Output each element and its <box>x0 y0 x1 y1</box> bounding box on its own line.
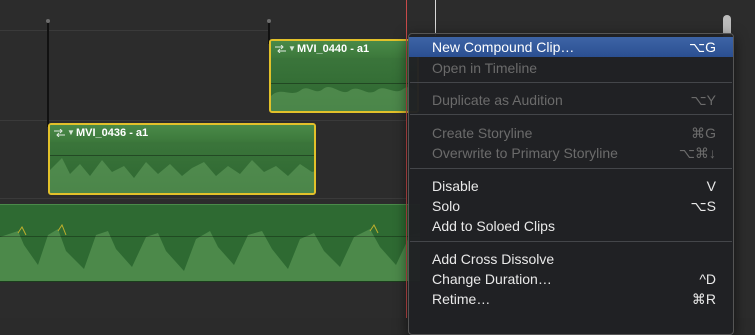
menu-item-duplicate-as-audition: Duplicate as Audition ⌥Y <box>432 92 716 108</box>
menu-item-create-storyline: Create Storyline ⌘G <box>432 125 716 141</box>
menu-separator <box>410 82 732 83</box>
menu-item-solo[interactable]: Solo ⌥S <box>409 196 733 216</box>
audio-waveform <box>50 158 314 193</box>
timeline-clip-mvi-0436[interactable]: ▼ MVI_0436 - a1 <box>48 123 316 195</box>
context-menu: New Compound Clip… ⌥G Open in Timeline D… <box>408 33 734 335</box>
menu-item-change-duration[interactable]: Change Duration… ^D <box>409 269 733 289</box>
timeline-clip-mvi-0440[interactable]: ▼ MVI_0440 - a1 <box>269 39 419 113</box>
menu-item-disable[interactable]: Disable V <box>409 176 733 196</box>
clip-title: MVI_0436 - a1 <box>76 127 149 139</box>
menu-item-overwrite-to-primary-storyline: Overwrite to Primary Storyline ⌥⌘↓ <box>432 145 716 161</box>
chevron-down-icon[interactable]: ▼ <box>67 128 75 138</box>
playhead[interactable] <box>406 0 407 318</box>
clip-connection-icon <box>54 129 65 137</box>
track-divider <box>0 120 406 121</box>
track-divider <box>0 30 270 31</box>
menu-separator <box>410 114 732 115</box>
menu-item-new-compound-clip[interactable]: New Compound Clip… ⌥G <box>409 37 733 57</box>
chevron-down-icon[interactable]: ▼ <box>288 44 296 54</box>
clip-connection-icon <box>275 45 286 53</box>
connection-line <box>46 19 50 127</box>
track-divider <box>0 198 406 199</box>
audio-waveform <box>271 87 417 111</box>
menu-separator <box>410 168 732 169</box>
menu-separator <box>410 241 732 242</box>
menu-item-retime[interactable]: Retime… ⌘R <box>409 289 733 309</box>
menu-item-add-cross-dissolve[interactable]: Add Cross Dissolve <box>409 249 733 269</box>
menu-item-add-to-soloed-clips[interactable]: Add to Soloed Clips <box>409 216 733 236</box>
skimmer <box>435 0 436 36</box>
audio-waveform <box>0 223 420 281</box>
primary-storyline-audio[interactable] <box>0 204 420 282</box>
menu-item-open-in-timeline: Open in Timeline <box>432 60 538 76</box>
clip-title: MVI_0440 - a1 <box>297 43 370 55</box>
